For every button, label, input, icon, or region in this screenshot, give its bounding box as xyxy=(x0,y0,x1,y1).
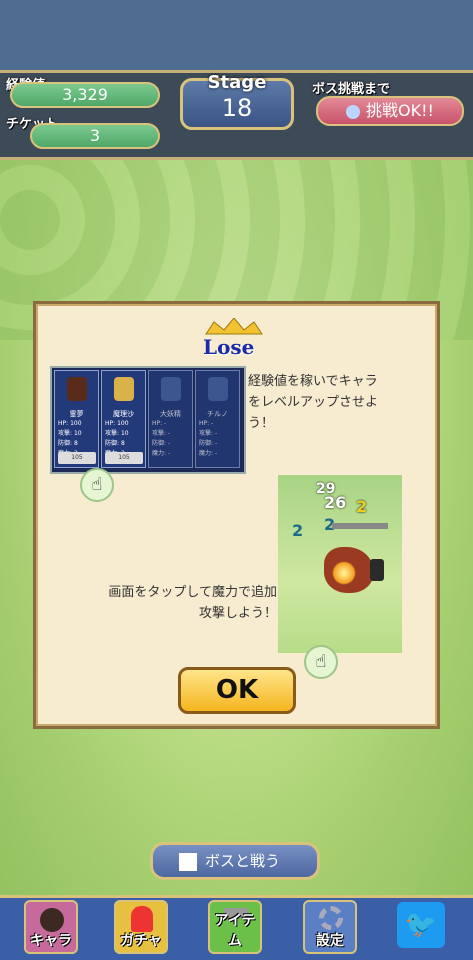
nav-item-button[interactable]: アイテム xyxy=(208,900,262,954)
nav-settings-label: 設定 xyxy=(316,933,344,949)
tap-hand-icon: ☝ xyxy=(80,468,114,502)
damage-number: 2 xyxy=(356,497,368,516)
card-name: 大妖精 xyxy=(160,410,181,418)
tap-hand-icon: ☝ xyxy=(304,645,338,679)
level-up-button[interactable]: 105 xyxy=(58,452,96,464)
result-title: Lose xyxy=(203,335,255,359)
boss-challenge-label: ボス挑戦まで xyxy=(312,82,391,97)
character-card-marisa[interactable]: 魔理沙 HP: 100 攻撃: 10 防御: 8 魔力: 2 105 xyxy=(101,370,146,468)
nav-gacha-button[interactable]: ガチャ xyxy=(114,900,168,954)
character-icon xyxy=(40,908,64,932)
card-stats: HP: - 攻撃: - 防御: - 魔力: - xyxy=(152,420,171,457)
card-name: チルノ xyxy=(207,410,228,418)
card-stats: HP: - 攻撃: - 防御: - 魔力: - xyxy=(199,420,218,457)
gacha-icon xyxy=(131,906,153,932)
twitter-bird-icon[interactable]: 🐦 xyxy=(397,902,445,948)
character-card-reimu[interactable]: 霊夢 HP: 100 攻撃: 10 防御: 8 魔力: 2 105 xyxy=(54,370,99,468)
ok-button[interactable]: OK xyxy=(178,667,296,714)
nav-item-label: アイテム xyxy=(214,913,256,949)
tip-level-up: 経験値を稼いでキャラをレベルアップさせよう！ xyxy=(248,374,379,431)
daiyousei-avatar xyxy=(161,377,181,401)
boss-status-text: 挑戦OK!! xyxy=(366,101,434,120)
nav-character-label: キャラ xyxy=(30,933,72,949)
damage-number: 26 xyxy=(324,493,347,512)
nav-gacha-label: ガチャ xyxy=(120,933,162,949)
enemy-hp-bar xyxy=(332,523,388,529)
battle-preview: 29 26 2 2 2 xyxy=(278,475,402,653)
gear-icon xyxy=(319,906,343,930)
magic-blast xyxy=(332,561,356,585)
character-card-list: 霊夢 HP: 100 攻撃: 10 防御: 8 魔力: 2 105 魔理沙 HP… xyxy=(50,366,246,474)
cirno-avatar xyxy=(208,377,228,401)
boss-fight-checkbox[interactable] xyxy=(179,852,197,871)
character-card-cirno[interactable]: チルノ HP: - 攻撃: - 防御: - 魔力: - xyxy=(195,370,240,468)
nav-character-button[interactable]: キャラ xyxy=(24,900,78,954)
stage-label: Stage xyxy=(207,72,267,93)
card-name: 魔理沙 xyxy=(113,410,134,418)
damage-number: 2 xyxy=(292,521,304,540)
card-name: 霊夢 xyxy=(69,410,84,418)
player-character xyxy=(370,559,384,581)
level-up-button[interactable]: 105 xyxy=(105,452,143,464)
exp-value: 3,329 xyxy=(10,82,160,108)
nav-settings-button[interactable]: 設定 xyxy=(303,900,357,954)
boss-challenge-status[interactable]: 挑戦OK!! xyxy=(316,96,464,126)
stage-number: 18 xyxy=(221,94,253,122)
boss-fight-label: ボスと戦う xyxy=(205,852,281,870)
tip-tap-attack: 画面をタップして魔力で追加攻撃しよう！ xyxy=(108,585,277,621)
boss-fight-toggle[interactable]: ボスと戦う xyxy=(150,842,320,880)
reimu-avatar xyxy=(67,377,87,401)
ghost-icon xyxy=(346,104,361,119)
character-card-daiyousei[interactable]: 大妖精 HP: - 攻撃: - 防御: - 魔力: - xyxy=(148,370,193,468)
top-empty-bar xyxy=(0,0,473,70)
crown-icon xyxy=(205,318,263,335)
ticket-value: 3 xyxy=(30,123,160,149)
marisa-avatar xyxy=(114,377,134,401)
